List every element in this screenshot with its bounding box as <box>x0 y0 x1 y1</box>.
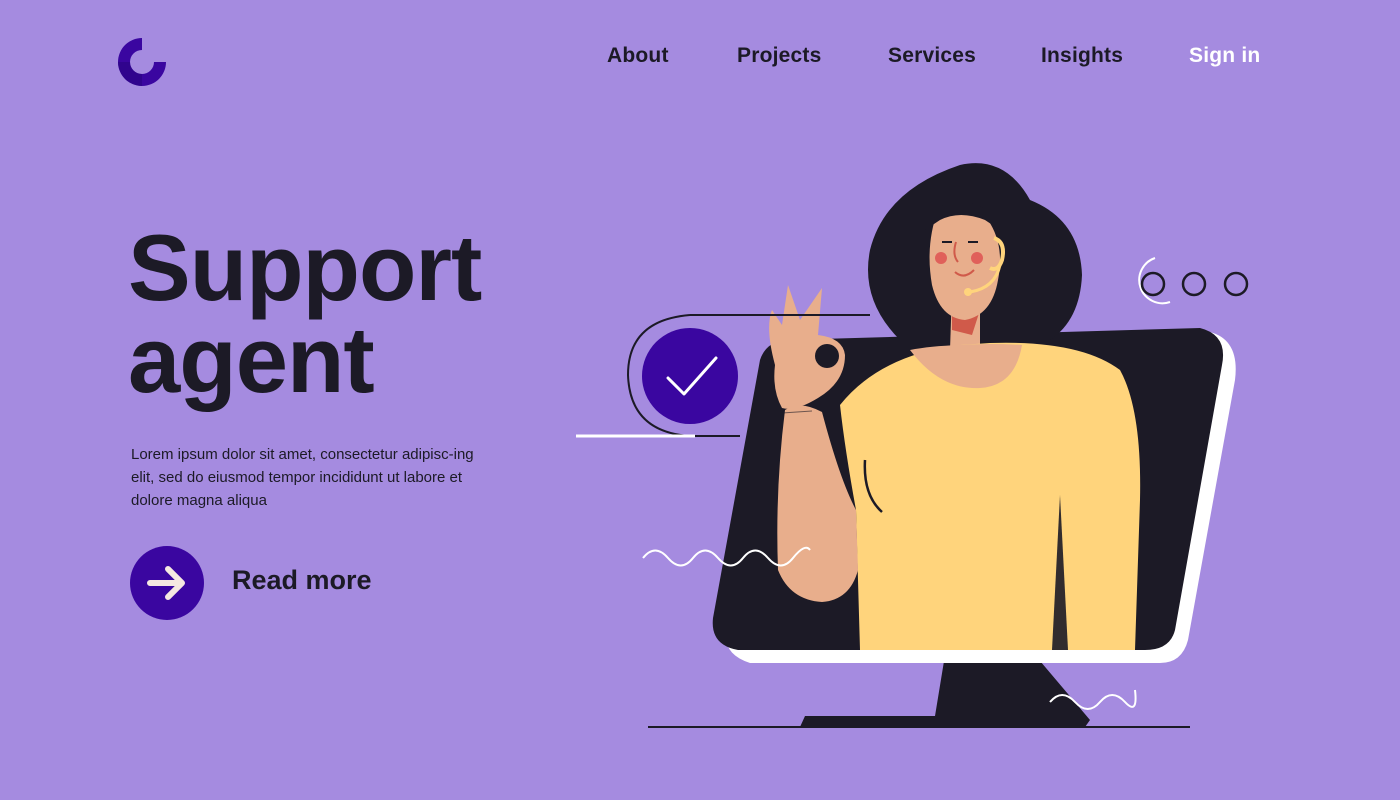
nav-insights[interactable]: Insights <box>1041 44 1123 68</box>
main-nav: About Projects Services Insights Sign in <box>0 44 1400 70</box>
support-agent-illustration <box>576 163 1249 728</box>
check-badge <box>642 328 738 424</box>
hero-description: Lorem ipsum dolor sit amet, consectetur … <box>131 446 474 509</box>
hero-title: Support agent <box>128 215 482 412</box>
monitor-stand <box>800 655 1090 727</box>
arrow-right-icon <box>147 566 185 600</box>
nav-projects[interactable]: Projects <box>737 44 821 68</box>
right-cheek <box>971 252 983 264</box>
hero-title-line2: agent <box>128 307 375 412</box>
sign-in-link[interactable]: Sign in <box>1189 44 1260 68</box>
hero-title-line1: Support <box>128 215 482 320</box>
left-cheek <box>935 252 947 264</box>
nav-services[interactable]: Services <box>888 44 976 68</box>
nav-about[interactable]: About <box>607 44 669 68</box>
ok-circle <box>815 344 839 368</box>
dots-icon <box>1138 257 1249 305</box>
shirt <box>840 342 1141 650</box>
read-more-link[interactable]: Read more <box>232 565 372 596</box>
read-more-button[interactable] <box>130 546 204 620</box>
